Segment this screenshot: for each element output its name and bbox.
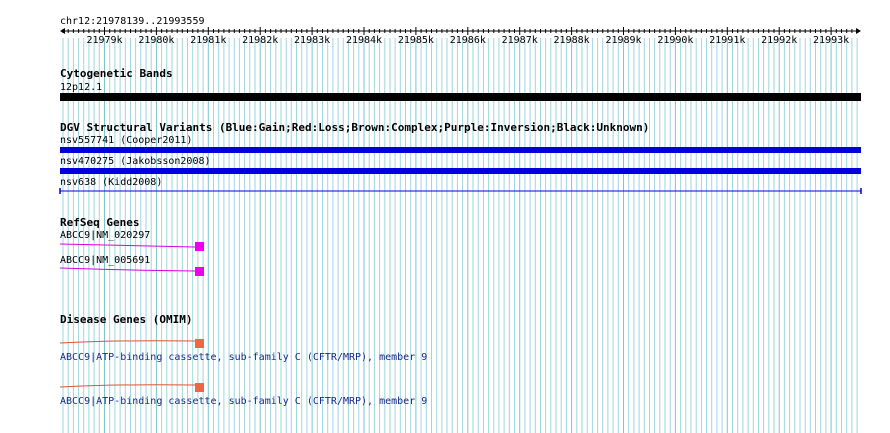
ruler-tick-label: 21993k <box>813 35 850 46</box>
ruler-tick-label: 21986k <box>449 35 486 46</box>
omim-gene-model[interactable] <box>58 381 208 395</box>
refseq-exon <box>195 267 204 276</box>
cytoband-bar[interactable] <box>60 93 861 101</box>
ruler-tick-label: 21985k <box>397 35 434 46</box>
refseq-exon <box>195 242 204 251</box>
dgv-variant-label: nsv557741 (Cooper2011) <box>60 135 193 146</box>
omim-exon <box>195 383 204 392</box>
omim-gene-label: ABCC9|ATP-binding cassette, sub-family C… <box>60 352 428 363</box>
omim-track-title: Disease Genes (OMIM) <box>60 313 193 326</box>
ruler-tick-label: 21984k <box>345 35 383 46</box>
ruler-tick-label: 21989k <box>605 35 642 46</box>
dgv-variant-label: nsv470275 (Jakobsson2008) <box>60 156 211 167</box>
omim-exon <box>195 339 204 348</box>
dgv-variant-bar[interactable] <box>60 168 861 174</box>
ruler-tick-label: 21988k <box>553 35 590 46</box>
ruler-tick-label: 21981k <box>190 35 227 46</box>
ruler-tick-label: 21982k <box>242 35 279 46</box>
omim-gene-model[interactable] <box>58 337 208 351</box>
ruler-tick-label: 21990k <box>657 35 694 46</box>
refseq-gene-model[interactable] <box>58 240 208 254</box>
ruler-axis <box>60 27 861 35</box>
ruler-tick-label: 21980k <box>138 35 175 46</box>
ruler-tick-label: 21983k <box>294 35 331 46</box>
refseq-track-title: RefSeq Genes <box>60 216 140 229</box>
cytoband-label: 12p12.1 <box>60 82 103 93</box>
ruler-tick-label: 21992k <box>761 35 798 46</box>
ruler-tick-label: 21987k <box>501 35 538 46</box>
ruler-tick-label: 21991k <box>709 35 746 46</box>
omim-gene-label: ABCC9|ATP-binding cassette, sub-family C… <box>60 396 428 407</box>
cytoband-track-title: Cytogenetic Bands <box>60 67 173 80</box>
dgv-variant-bar[interactable] <box>60 147 861 153</box>
dgv-variant-bar[interactable] <box>58 186 864 196</box>
refseq-gene-model[interactable] <box>58 265 208 279</box>
ruler-tick-label: 21979k <box>86 35 123 46</box>
dgv-track-title: DGV Structural Variants (Blue:Gain;Red:L… <box>60 121 650 134</box>
